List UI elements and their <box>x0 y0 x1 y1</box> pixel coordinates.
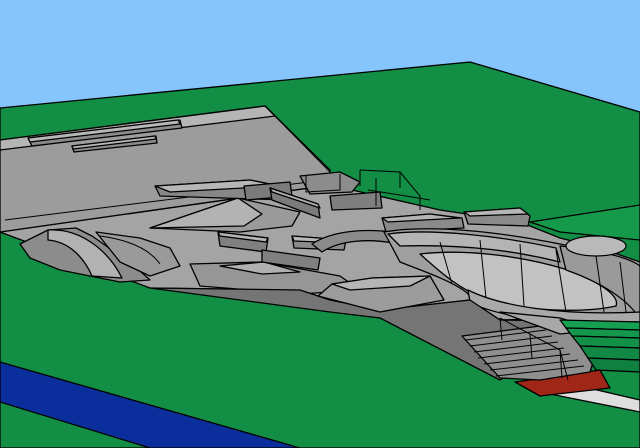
skatepark-scene <box>0 0 640 448</box>
bowl-hip <box>565 235 627 257</box>
